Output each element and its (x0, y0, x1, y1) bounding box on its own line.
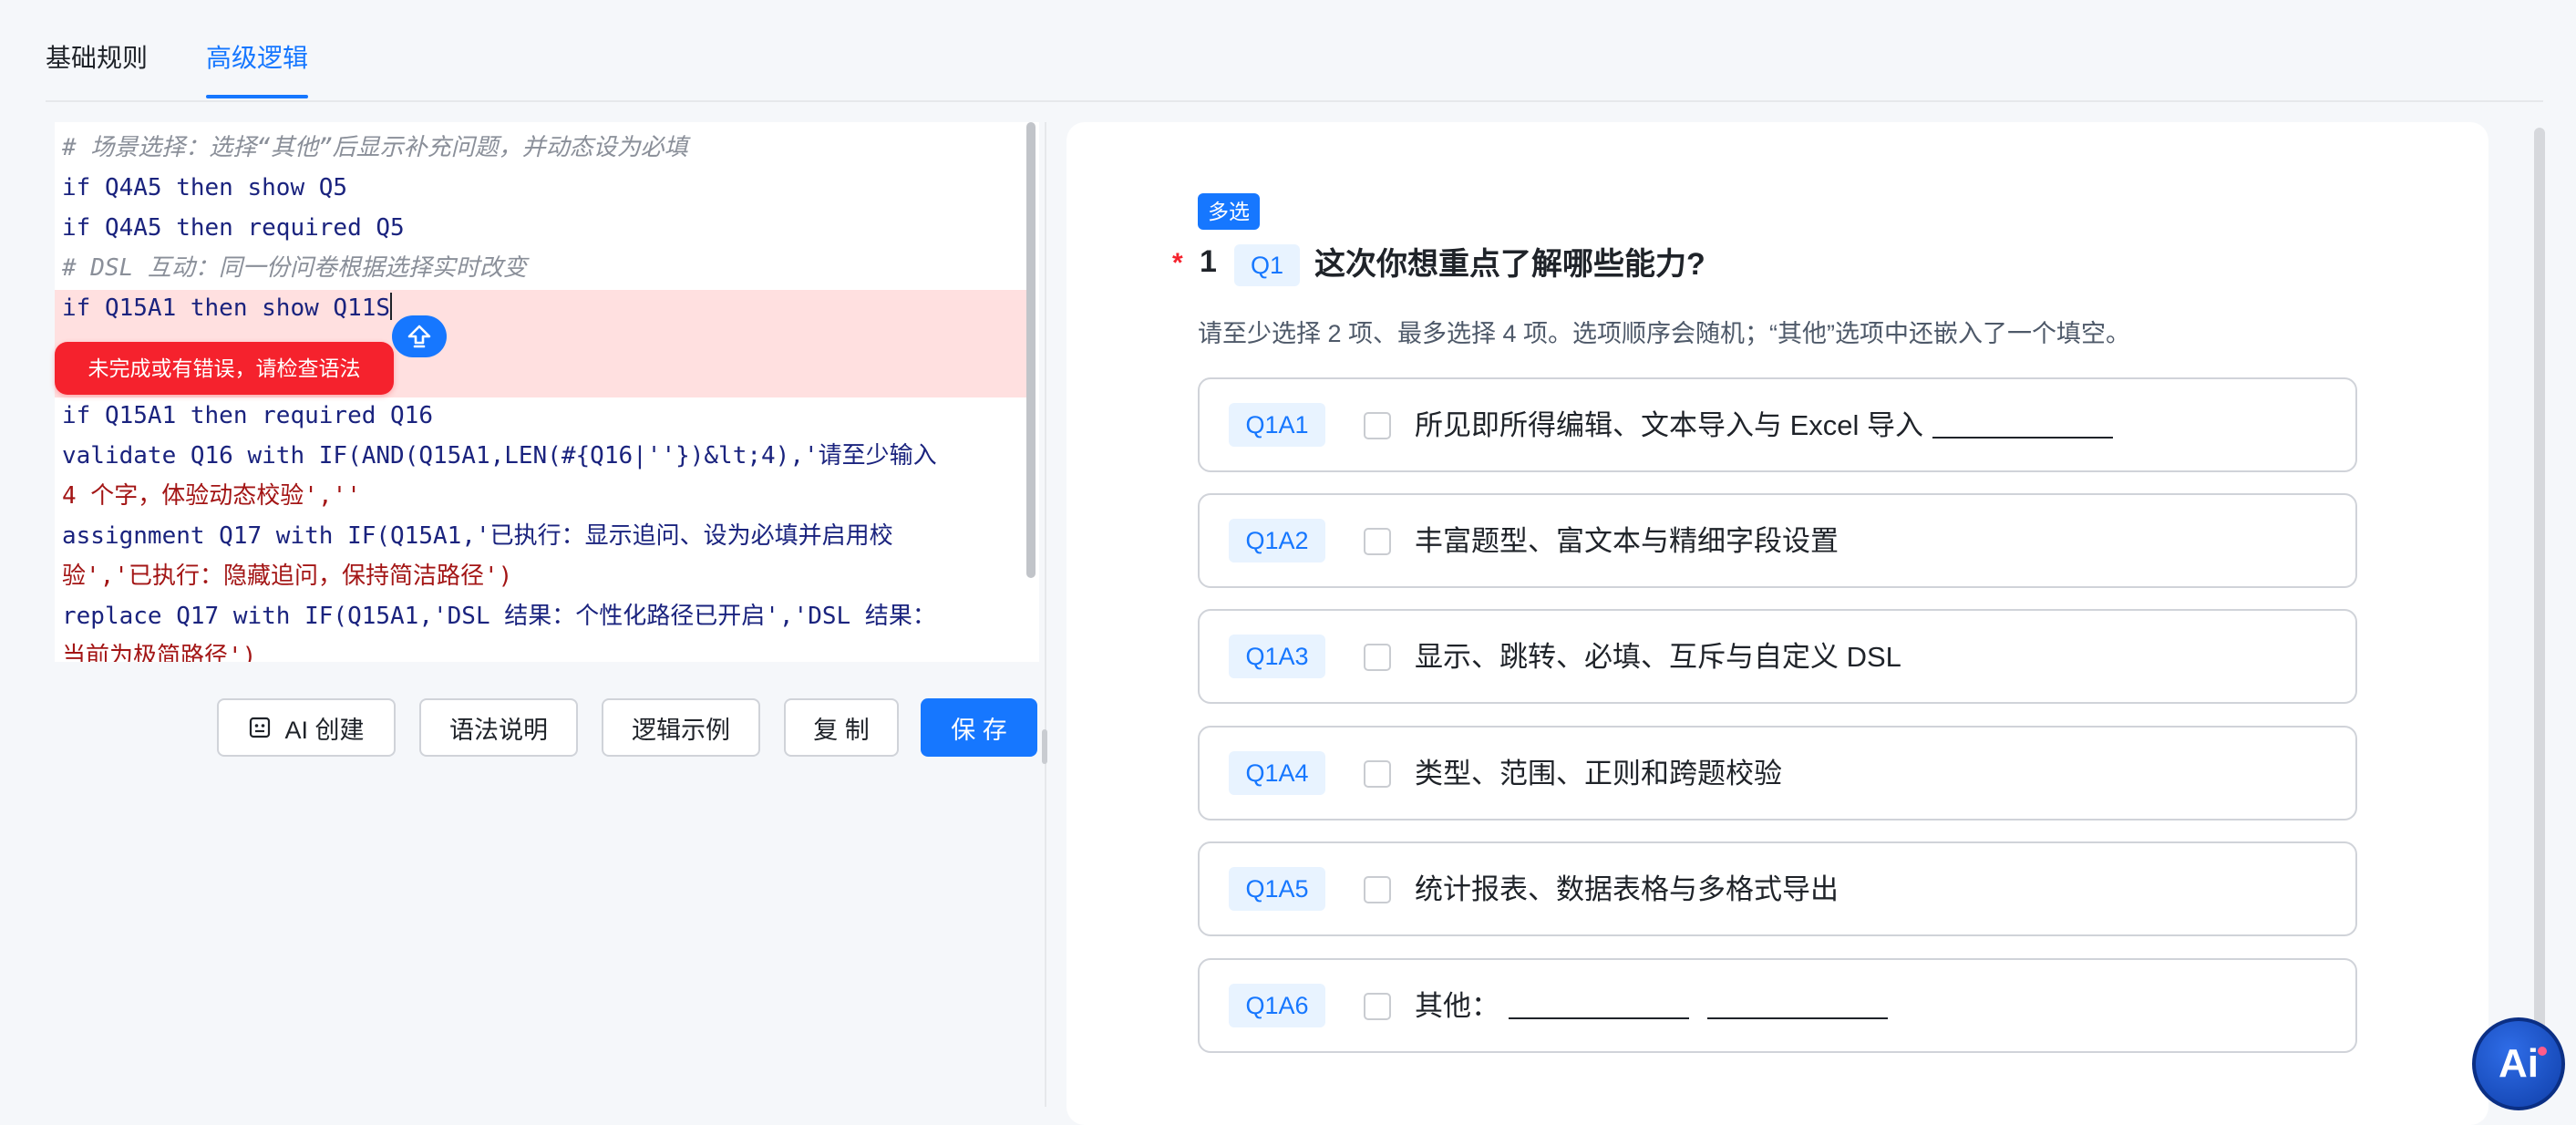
code-line-9-wrap: 当前为极简路径') (62, 643, 257, 662)
preview-scrollbar[interactable] (2534, 128, 2545, 1039)
code-line-9: replace Q17 with IF(Q15A1,'DSL 结果：个性化路径已… (62, 603, 936, 630)
option-label: 所见即所得编辑、文本导入与 Excel 导入 (1415, 405, 2114, 447)
option-label: 丰富题型、富文本与精细字段设置 (1415, 525, 1839, 557)
option-label: 类型、范围、正则和跨题校验 (1415, 758, 1782, 790)
option-code: Q1A2 (1229, 519, 1325, 562)
checkbox[interactable] (1364, 876, 1391, 903)
checkbox[interactable] (1364, 412, 1391, 439)
code-line-7-wrap: 4 个字，体验动态校验','' (62, 482, 361, 510)
option-code: Q1A6 (1229, 984, 1325, 1027)
save-button[interactable]: 保 存 (921, 698, 1037, 757)
code-line-8-wrap: 验','已执行：隐藏追问，保持简洁路径') (62, 562, 513, 590)
option-code: Q1A1 (1229, 403, 1325, 447)
checkbox[interactable] (1364, 644, 1391, 671)
syntax-error-tooltip: 未完成或有错误，请检查语法 (55, 342, 394, 395)
question-number: 1 (1200, 244, 1217, 279)
code-line-3: if Q4A5 then required Q5 (62, 214, 405, 242)
option-q1a2[interactable]: Q1A2 丰富题型、富文本与精细字段设置 (1198, 493, 2357, 588)
copy-button[interactable]: 复 制 (784, 698, 899, 757)
text-cursor (390, 293, 393, 320)
logic-examples-button[interactable]: 逻辑示例 (602, 698, 760, 757)
required-mark: * (1172, 248, 1183, 278)
code-line-8: assignment Q17 with IF(Q15A1,'已执行：显示追问、设… (62, 522, 893, 550)
other-blank-input-2[interactable] (1707, 990, 1888, 1019)
arrow-up-icon (407, 325, 431, 348)
syntax-help-button[interactable]: 语法说明 (419, 698, 578, 757)
option-label: 统计报表、数据表格与多格式导出 (1415, 873, 1839, 905)
tab-advanced-logic[interactable]: 高级逻辑 (206, 40, 308, 77)
option-q1a5[interactable]: Q1A5 统计报表、数据表格与多格式导出 (1198, 841, 2357, 936)
code-line-5-error: if Q15A1 then show Q11S (62, 288, 1026, 328)
option-label: 其他： (1415, 986, 1888, 1027)
tab-bar: 基础规则 高级逻辑 (46, 0, 2543, 102)
option-label: 显示、跳转、必填、互斥与自定义 DSL (1415, 641, 1901, 673)
option-q1a3[interactable]: Q1A3 显示、跳转、必填、互斥与自定义 DSL (1198, 609, 2357, 704)
code-line-4: # DSL 互动：同一份问卷根据选择实时改变 (62, 254, 527, 282)
notification-dot-icon (2538, 1047, 2547, 1056)
option-q1a1[interactable]: Q1A1 所见即所得编辑、文本导入与 Excel 导入 (1198, 377, 2357, 472)
ai-create-label: AI 创建 (284, 716, 365, 744)
checkbox[interactable] (1364, 528, 1391, 555)
checkbox[interactable] (1364, 993, 1391, 1020)
ai-assistant-button[interactable]: Ai (2472, 1017, 2565, 1110)
tab-basic-rules[interactable]: 基础规则 (46, 40, 148, 77)
option-q1a4[interactable]: Q1A4 类型、范围、正则和跨题校验 (1198, 726, 2357, 821)
resize-handle[interactable] (1042, 729, 1047, 764)
option-q1a6[interactable]: Q1A6 其他： (1198, 958, 2357, 1053)
code-line-6: if Q15A1 then required Q16 (62, 402, 433, 429)
code-line-2: if Q4A5 then show Q5 (62, 174, 348, 201)
panel-divider (1045, 122, 1046, 1107)
option-code: Q1A4 (1229, 751, 1325, 795)
question-hint: 请至少选择 2 项、最多选择 4 项。选项顺序会随机；“其他”选项中还嵌入了一个… (1198, 320, 2131, 347)
option-code: Q1A5 (1229, 867, 1325, 911)
checkbox[interactable] (1364, 760, 1391, 788)
option-code: Q1A3 (1229, 635, 1325, 678)
error-fix-icon[interactable] (392, 315, 447, 357)
ai-create-button[interactable]: AI 创建 (217, 698, 396, 757)
ai-assistant-label: Ai (2499, 1041, 2539, 1086)
question-title: 这次你想重点了解哪些能力? (1314, 247, 1705, 282)
editor-scrollbar[interactable] (1026, 122, 1036, 578)
other-blank-input-1[interactable] (1509, 990, 1689, 1019)
question-code: Q1 (1234, 244, 1300, 286)
code-line-7: validate Q16 with IF(AND(Q15A1,LEN(#{Q16… (62, 442, 937, 470)
code-line-5-text: if Q15A1 then show Q11S (62, 294, 391, 322)
question-type-tag: 多选 (1198, 193, 1260, 230)
code-line-1: # 场景选择：选择“其他”后显示补充问题，并动态设为必填 (62, 134, 688, 161)
active-tab-indicator (206, 95, 308, 98)
inline-blank-input[interactable] (1932, 409, 2114, 439)
robot-icon (248, 716, 272, 739)
